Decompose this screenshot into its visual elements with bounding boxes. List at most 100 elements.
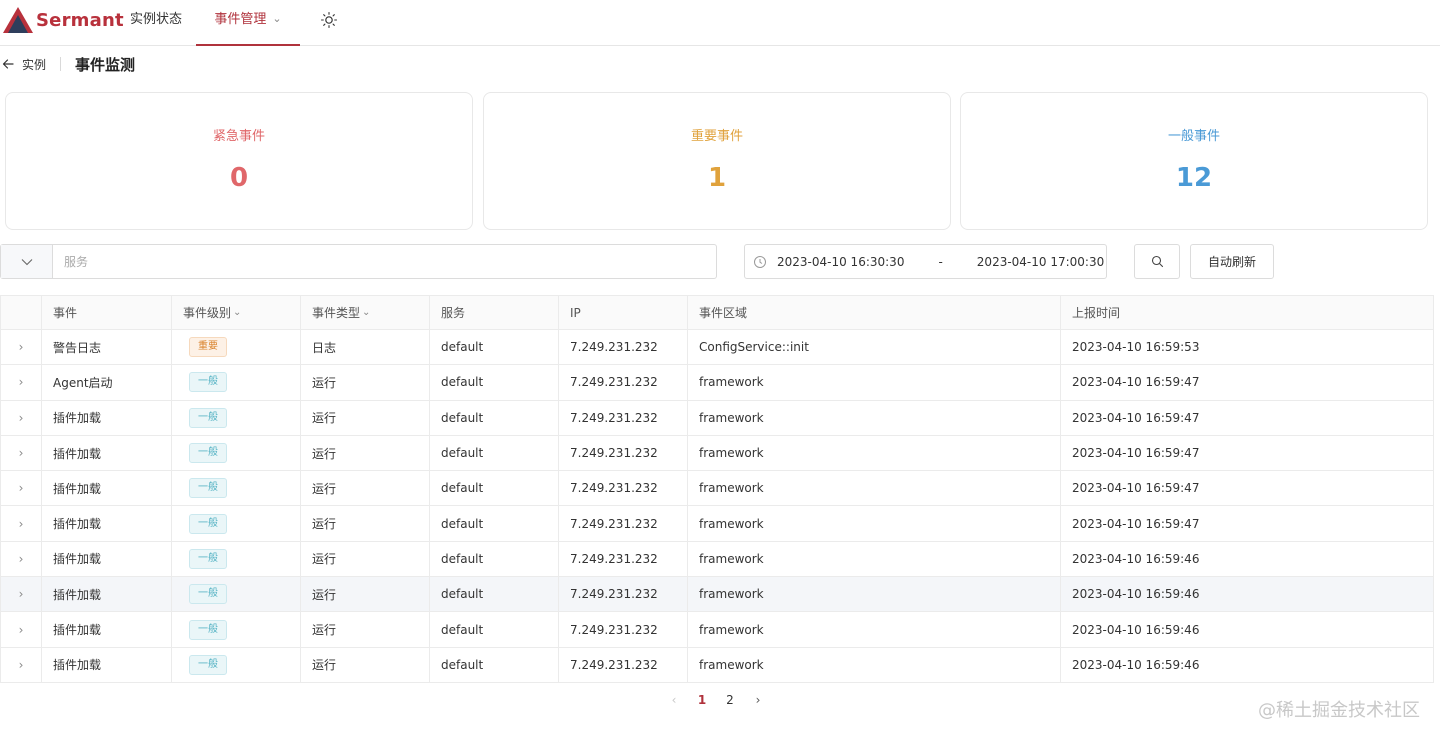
cell-type: 运行 xyxy=(301,577,430,612)
table-row[interactable]: › 插件加载 一般 运行 default 7.249.231.232 framework 20… xyxy=(1,435,1434,472)
report-time: 2023-04-10 16:59:46 xyxy=(1072,622,1200,637)
sun-icon[interactable] xyxy=(320,11,338,29)
cell-service: default xyxy=(430,541,559,577)
pagination: ‹ 1 2 › xyxy=(660,690,772,710)
row-expand-chevron-icon[interactable]: › xyxy=(1,400,42,435)
ip-address: 7.249.231.232 xyxy=(570,516,658,531)
row-expand-chevron-icon[interactable]: › xyxy=(1,541,42,577)
service-field-select[interactable] xyxy=(1,245,53,278)
row-expand-chevron-icon[interactable]: › xyxy=(1,471,42,506)
cell-type: 运行 xyxy=(301,647,430,682)
level-badge: 一般 xyxy=(189,407,227,428)
service-name: default xyxy=(441,410,484,425)
table-row[interactable]: › 插件加载 一般 运行 default 7.249.231.232 framework 20… xyxy=(1,400,1434,436)
level-badge: 一般 xyxy=(189,443,227,464)
page-1-button[interactable]: 1 xyxy=(688,693,716,707)
page-2-button[interactable]: 2 xyxy=(716,693,744,707)
table-row[interactable]: › 插件加载 一般 运行 default 7.249.231.232 framework 20… xyxy=(1,506,1434,542)
level-badge: 一般 xyxy=(189,619,227,640)
cell-ip: 7.249.231.232 xyxy=(559,541,688,577)
level-badge: 一般 xyxy=(189,654,227,675)
prev-page-icon[interactable]: ‹ xyxy=(660,693,688,707)
row-expand-chevron-icon[interactable]: › xyxy=(1,365,42,400)
cell-area: framework xyxy=(688,577,1061,612)
cell-time: 2023-04-10 16:59:46 xyxy=(1061,647,1434,682)
table-row[interactable]: › 警告日志 重要 日志 default 7.249.231.232 ConfigServi… xyxy=(1,330,1434,366)
row-expand-chevron-icon[interactable]: › xyxy=(1,647,42,682)
cell-type: 运行 xyxy=(301,365,430,400)
row-expand-chevron-icon[interactable]: › xyxy=(1,330,42,365)
event-area: framework xyxy=(699,375,764,390)
table-row[interactable]: › 插件加载 一般 运行 default 7.249.231.232 framework 20… xyxy=(1,471,1434,507)
event-name: 插件加载 xyxy=(53,446,102,461)
arrow-left-icon[interactable] xyxy=(0,56,16,72)
cell-area: framework xyxy=(688,541,1061,577)
expand-column-header xyxy=(1,296,42,329)
watermark: @稀土掘金技术社区 xyxy=(1258,700,1420,721)
nav-instance-status[interactable]: 实例状态 xyxy=(130,0,182,46)
cell-level: 一般 xyxy=(172,647,301,682)
cell-level: 一般 xyxy=(172,612,301,647)
clock-icon xyxy=(754,255,766,268)
chevron-down-icon: ⌄ xyxy=(272,12,282,25)
date-separator: - xyxy=(938,254,943,269)
level-badge: 一般 xyxy=(189,513,227,534)
cell-type: 运行 xyxy=(301,541,430,577)
column-header-level[interactable]: 事件级别 ⌄ xyxy=(172,296,301,329)
stat-value-general: 12 xyxy=(1175,163,1213,193)
table-row[interactable]: › 插件加载 一般 运行 default 7.249.231.232 framework 20… xyxy=(1,541,1434,578)
brand-logo[interactable]: Sermant xyxy=(2,6,124,34)
date-end[interactable]: 2023-04-10 17:00:30 xyxy=(977,255,1104,269)
cell-type: 运行 xyxy=(301,400,430,435)
sermant-logo-icon xyxy=(3,7,33,33)
cell-ip: 7.249.231.232 xyxy=(559,612,688,647)
report-time: 2023-04-10 16:59:46 xyxy=(1072,587,1200,602)
nav-event-management[interactable]: 事件管理 ⌄ xyxy=(196,0,300,46)
column-header-type-label: 事件类型 xyxy=(312,306,361,320)
cell-type: 运行 xyxy=(301,435,430,471)
level-badge: 一般 xyxy=(189,548,227,569)
event-type: 运行 xyxy=(312,587,337,602)
next-page-icon[interactable]: › xyxy=(744,693,772,707)
stat-card-important: 重要事件 1 xyxy=(483,92,951,230)
table-row[interactable]: › 插件加载 一般 运行 default 7.249.231.232 framework 20… xyxy=(1,577,1434,613)
table-row[interactable]: › 插件加载 一般 运行 default 7.249.231.232 framework 20… xyxy=(1,647,1434,683)
table-row[interactable]: › 插件加载 一般 运行 default 7.249.231.232 framework 20… xyxy=(1,612,1434,648)
cell-service: default xyxy=(430,471,559,506)
row-expand-chevron-icon[interactable]: › xyxy=(1,612,42,647)
date-start[interactable]: 2023-04-10 16:30:30 xyxy=(777,255,904,269)
auto-refresh-button[interactable]: 自动刷新 xyxy=(1190,244,1274,279)
cell-time: 2023-04-10 16:59:46 xyxy=(1061,577,1434,612)
ip-address: 7.249.231.232 xyxy=(570,657,658,672)
cell-service: default xyxy=(430,400,559,435)
cell-level: 一般 xyxy=(172,506,301,541)
row-expand-chevron-icon[interactable]: › xyxy=(1,506,42,541)
cell-level: 一般 xyxy=(172,541,301,577)
stat-label-urgent: 紧急事件 xyxy=(212,129,265,144)
ip-address: 7.249.231.232 xyxy=(570,587,658,602)
cell-area: framework xyxy=(688,506,1061,541)
table-header: 事件 事件级别 ⌄ 事件类型 ⌄ 服务 IP 事件区域 上报时间 xyxy=(1,296,1434,330)
back-to-instance-link[interactable]: 实例 xyxy=(22,56,46,73)
event-area: framework xyxy=(699,446,764,461)
cell-area: framework xyxy=(688,365,1061,400)
breadcrumb-divider xyxy=(60,57,62,71)
cell-event: 插件加载 xyxy=(42,647,172,682)
event-area: framework xyxy=(699,551,764,566)
cell-level: 一般 xyxy=(172,365,301,400)
row-expand-chevron-icon[interactable]: › xyxy=(1,435,42,471)
column-header-event: 事件 xyxy=(42,296,172,329)
service-name: default xyxy=(441,587,484,602)
cell-event: 插件加载 xyxy=(42,400,172,435)
column-header-type[interactable]: 事件类型 ⌄ xyxy=(301,296,430,329)
column-header-service: 服务 xyxy=(430,296,559,329)
table-row[interactable]: › Agent启动 一般 运行 default 7.249.231.232 framewor… xyxy=(1,365,1434,401)
cell-service: default xyxy=(430,577,559,612)
row-expand-chevron-icon[interactable]: › xyxy=(1,577,42,612)
date-range-picker[interactable]: 2023-04-10 16:30:30 - 2023-04-10 17:00:3… xyxy=(744,244,1107,279)
nav-event-management-label: 事件管理 xyxy=(214,12,267,27)
service-search-input[interactable] xyxy=(54,245,714,278)
brand-name: Sermant xyxy=(36,9,124,31)
stat-label-general: 一般事件 xyxy=(1167,129,1220,144)
search-button[interactable] xyxy=(1134,244,1180,279)
